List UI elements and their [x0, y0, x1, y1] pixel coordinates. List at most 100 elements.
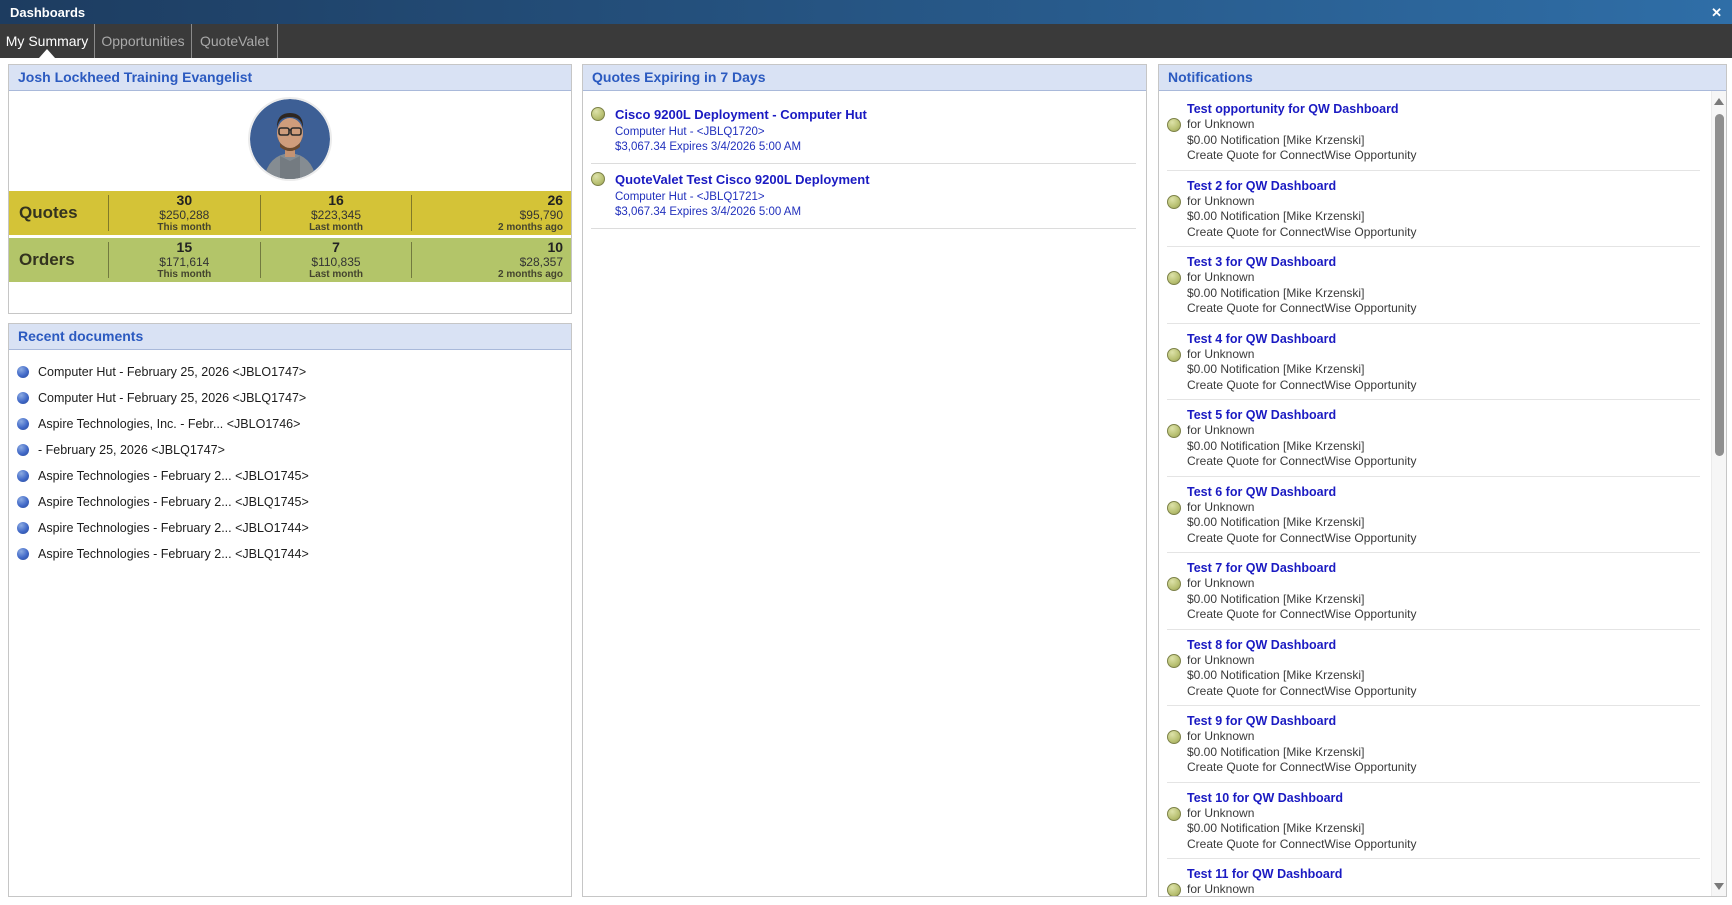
notification-title-link[interactable]: Test 10 for QW Dashboard [1187, 790, 1700, 806]
notification-amount: $0.00 Notification [Mike Krzenski] [1187, 286, 1700, 302]
avatar-image [250, 99, 330, 179]
notification-title-link[interactable]: Test 6 for QW Dashboard [1187, 484, 1700, 500]
notification-status-icon [1167, 271, 1181, 285]
notification-item[interactable]: Test 2 for QW Dashboard for Unknown $0.0… [1167, 171, 1700, 248]
document-list-item[interactable]: - February 25, 2026 <JBLQ1747> [17, 437, 563, 463]
document-label: Computer Hut - February 25, 2026 <JBLQ17… [38, 391, 306, 405]
document-icon [17, 444, 29, 456]
document-list-item[interactable]: Aspire Technologies - February 2... <JBL… [17, 515, 563, 541]
active-tab-indicator [39, 49, 55, 58]
document-label: Aspire Technologies - February 2... <JBL… [38, 521, 309, 535]
notification-title-link[interactable]: Test 11 for QW Dashboard [1187, 866, 1700, 882]
notification-recipient: for Unknown [1187, 423, 1700, 439]
notification-title-link[interactable]: Test 4 for QW Dashboard [1187, 331, 1700, 347]
document-icon [17, 366, 29, 378]
notification-status-icon [1167, 883, 1181, 897]
notification-action: Create Quote for ConnectWise Opportunity [1187, 531, 1700, 547]
notification-title-link[interactable]: Test 7 for QW Dashboard [1187, 560, 1700, 576]
notification-title-link[interactable]: Test 3 for QW Dashboard [1187, 254, 1700, 270]
notification-title-link[interactable]: Test 8 for QW Dashboard [1187, 637, 1700, 653]
notification-item[interactable]: Test 4 for QW Dashboard for Unknown $0.0… [1167, 324, 1700, 401]
stat-count: 26 [547, 192, 563, 209]
stat-period: Last month [309, 222, 363, 234]
notification-item[interactable]: Test opportunity for QW Dashboard for Un… [1167, 94, 1700, 171]
notification-amount: $0.00 Notification [Mike Krzenski] [1187, 668, 1700, 684]
document-list-item[interactable]: Aspire Technologies - February 2... <JBL… [17, 489, 563, 515]
notifications-scrollbar[interactable] [1711, 91, 1726, 896]
tab-label: QuoteValet [200, 33, 269, 49]
notification-action: Create Quote for ConnectWise Opportunity [1187, 454, 1700, 470]
tab-label: Opportunities [101, 33, 184, 49]
notification-item[interactable]: Test 11 for QW Dashboard for Unknown $0.… [1167, 859, 1700, 897]
notification-title-link[interactable]: Test 2 for QW Dashboard [1187, 178, 1700, 194]
tab-quotevalet[interactable]: QuoteValet [192, 24, 278, 58]
tab-opportunities[interactable]: Opportunities [95, 24, 192, 58]
notification-item[interactable]: Test 6 for QW Dashboard for Unknown $0.0… [1167, 477, 1700, 554]
notification-status-icon [1167, 577, 1181, 591]
notification-recipient: for Unknown [1187, 270, 1700, 286]
scroll-up-button[interactable] [1712, 93, 1726, 109]
notification-item[interactable]: Test 8 for QW Dashboard for Unknown $0.0… [1167, 630, 1700, 707]
document-list-item[interactable]: Aspire Technologies, Inc. - Febr... <JBL… [17, 411, 563, 437]
scroll-down-button[interactable] [1712, 878, 1726, 894]
document-label: - February 25, 2026 <JBLQ1747> [38, 443, 225, 457]
notification-title-link[interactable]: Test 5 for QW Dashboard [1187, 407, 1700, 423]
notification-status-icon [1167, 195, 1181, 209]
quote-expiry: $3,067.34 Expires 3/4/2026 5:00 AM [615, 140, 867, 155]
notification-amount: $0.00 Notification [Mike Krzenski] [1187, 592, 1700, 608]
notification-title-link[interactable]: Test opportunity for QW Dashboard [1187, 101, 1700, 117]
expiring-quote-item[interactable]: Cisco 9200L Deployment - Computer Hut Co… [591, 99, 1136, 164]
document-label: Aspire Technologies - February 2... <JBL… [38, 469, 309, 483]
notification-item[interactable]: Test 5 for QW Dashboard for Unknown $0.0… [1167, 400, 1700, 477]
document-label: Aspire Technologies - February 2... <JBL… [38, 547, 309, 561]
stat-amount: $250,288 [159, 208, 209, 222]
document-list-item[interactable]: Aspire Technologies - February 2... <JBL… [17, 541, 563, 567]
scrollbar-thumb[interactable] [1715, 114, 1724, 456]
orders-two-months-ago: 10 $28,357 2 months ago [411, 242, 571, 278]
notification-recipient: for Unknown [1187, 117, 1700, 133]
notification-amount: $0.00 Notification [Mike Krzenski] [1187, 745, 1700, 761]
document-label: Aspire Technologies, Inc. - Febr... <JBL… [38, 417, 300, 431]
document-icon [17, 418, 29, 430]
notification-amount: $0.00 Notification [Mike Krzenski] [1187, 362, 1700, 378]
stat-amount: $223,345 [311, 208, 361, 222]
stat-count: 10 [547, 239, 563, 256]
notification-item[interactable]: Test 10 for QW Dashboard for Unknown $0.… [1167, 783, 1700, 860]
document-icon [17, 392, 29, 404]
stat-amount: $28,357 [520, 255, 563, 269]
document-list-item[interactable]: Computer Hut - February 25, 2026 <JBLQ17… [17, 385, 563, 411]
notification-item[interactable]: Test 3 for QW Dashboard for Unknown $0.0… [1167, 247, 1700, 324]
notification-amount: $0.00 Notification [Mike Krzenski] [1187, 439, 1700, 455]
notifications-list: Test opportunity for QW Dashboard for Un… [1159, 91, 1726, 897]
quotes-expiring-panel: Quotes Expiring in 7 Days Cisco 9200L De… [582, 64, 1147, 897]
quotes-this-month: 30 $250,288 This month [108, 195, 260, 231]
notification-recipient: for Unknown [1187, 347, 1700, 363]
notification-action: Create Quote for ConnectWise Opportunity [1187, 684, 1700, 700]
notification-status-icon [1167, 807, 1181, 821]
document-list-item[interactable]: Computer Hut - February 25, 2026 <JBLO17… [17, 359, 563, 385]
stat-count: 7 [332, 239, 340, 256]
document-list-item[interactable]: Aspire Technologies - February 2... <JBL… [17, 463, 563, 489]
quote-item-text: Cisco 9200L Deployment - Computer Hut Co… [615, 106, 867, 154]
expiring-quote-item[interactable]: QuoteValet Test Cisco 9200L Deployment C… [591, 164, 1136, 229]
notification-amount: $0.00 Notification [Mike Krzenski] [1187, 133, 1700, 149]
notification-status-icon [1167, 730, 1181, 744]
quote-title-link[interactable]: Cisco 9200L Deployment - Computer Hut [615, 106, 867, 123]
quote-customer: Computer Hut - <JBLQ1721> [615, 190, 870, 205]
notification-title-link[interactable]: Test 9 for QW Dashboard [1187, 713, 1700, 729]
profile-panel-header: Josh Lockheed Training Evangelist [9, 65, 571, 91]
close-icon[interactable]: ✕ [1711, 6, 1722, 19]
notification-item[interactable]: Test 7 for QW Dashboard for Unknown $0.0… [1167, 553, 1700, 630]
notification-status-icon [1167, 118, 1181, 132]
notification-item[interactable]: Test 9 for QW Dashboard for Unknown $0.0… [1167, 706, 1700, 783]
tab-bar: My Summary Opportunities QuoteValet [0, 24, 1732, 58]
scroll-down-icon [1714, 883, 1724, 890]
tab-my-summary[interactable]: My Summary [0, 24, 95, 58]
quote-status-icon [591, 107, 605, 121]
notification-action: Create Quote for ConnectWise Opportunity [1187, 607, 1700, 623]
orders-this-month: 15 $171,614 This month [108, 242, 260, 278]
quote-title-link[interactable]: QuoteValet Test Cisco 9200L Deployment [615, 171, 870, 188]
quote-status-icon [591, 172, 605, 186]
notification-amount: $0.00 Notification [Mike Krzenski] [1187, 209, 1700, 225]
notification-action: Create Quote for ConnectWise Opportunity [1187, 301, 1700, 317]
